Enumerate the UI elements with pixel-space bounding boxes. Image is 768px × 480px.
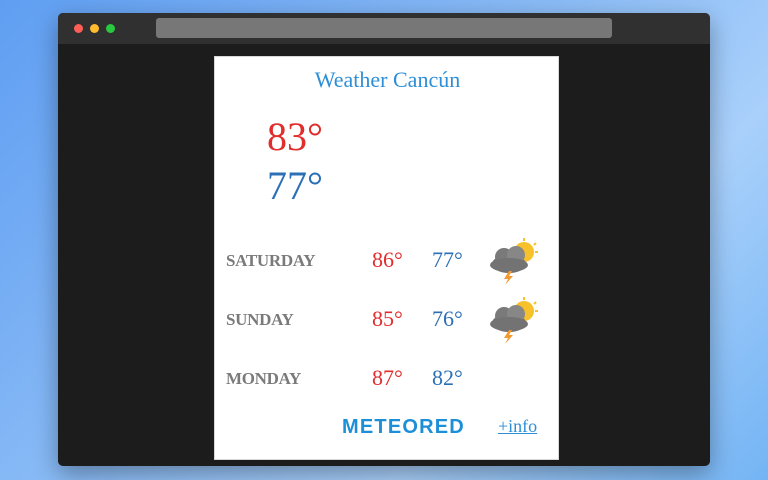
close-window-button[interactable] — [74, 24, 83, 33]
storm-cloud-sun-icon — [490, 297, 538, 344]
storm-cloud-sun-icon — [490, 238, 538, 285]
address-bar[interactable] — [156, 18, 612, 38]
forecast-row-sunday: SUNDAY 85° 76° — [215, 296, 560, 346]
meteored-logo[interactable]: METEORED — [342, 413, 490, 439]
forecast-low-temp: 76° — [432, 306, 463, 331]
forecast-high-temp: 86° — [372, 247, 403, 272]
forecast-low-temp: 77° — [432, 247, 463, 272]
forecast-day-label: SUNDAY — [226, 310, 294, 329]
current-high-temp: 83° — [267, 114, 323, 159]
weather-widget: Weather Cancún 83° 77° SATURDAY 86° 77° — [214, 56, 559, 460]
forecast-row-saturday: SATURDAY 86° 77° — [215, 237, 560, 287]
forecast-day-label: MONDAY — [226, 369, 302, 388]
widget-title[interactable]: Weather Cancún — [215, 67, 560, 93]
minimize-window-button[interactable] — [90, 24, 99, 33]
forecast-high-temp: 85° — [372, 306, 403, 331]
forecast-row-monday: MONDAY 87° 82° — [215, 355, 560, 405]
forecast-high-temp: 87° — [372, 365, 403, 390]
forecast-low-temp: 82° — [432, 365, 463, 390]
maximize-window-button[interactable] — [106, 24, 115, 33]
current-low-temp: 77° — [267, 163, 323, 208]
forecast-day-label: SATURDAY — [226, 251, 316, 270]
more-info-link[interactable]: +info — [498, 416, 537, 437]
brand-text: METEORED — [342, 416, 465, 438]
title-bar — [58, 13, 710, 44]
browser-window: Weather Cancún 83° 77° SATURDAY 86° 77° — [58, 13, 710, 466]
